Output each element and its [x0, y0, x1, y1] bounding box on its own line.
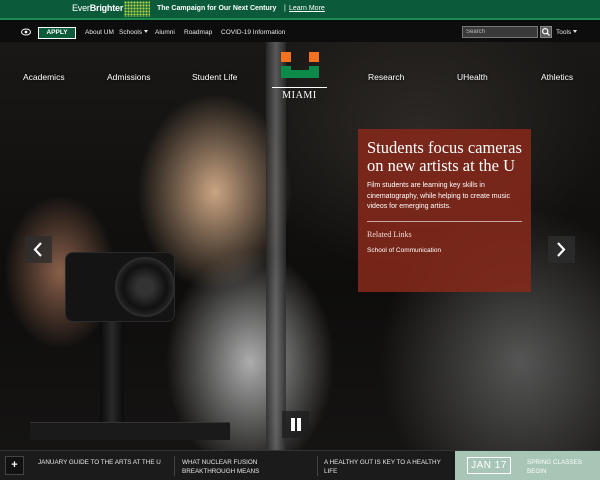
roadmap-link[interactable]: Roadmap	[184, 29, 212, 36]
event-callout[interactable]: JAN 17 Spring classes begin	[455, 451, 600, 480]
caret-down-icon	[573, 30, 578, 33]
camera-lens-shape	[115, 257, 175, 317]
news-item-healthy-gut[interactable]: A healthy gut is key to a healthy life	[324, 458, 454, 476]
plus-icon[interactable]: +	[5, 456, 24, 475]
chevron-left-icon	[33, 242, 42, 257]
schools-label: Schools	[119, 29, 143, 36]
um-u-logo	[280, 52, 319, 78]
everbrighter-logo[interactable]: EverBrighter	[72, 3, 123, 13]
tools-label: Tools	[556, 29, 572, 36]
news-item-arts-guide[interactable]: January Guide to the Arts at the U	[38, 458, 168, 467]
news-bar: + January Guide to the Arts at the U Wha…	[0, 450, 600, 480]
story-title[interactable]: Students focus cameras on new artists at…	[367, 139, 522, 174]
tools-menu[interactable]: Tools	[556, 29, 578, 36]
event-title: Spring classes begin	[527, 459, 582, 475]
tripod-base-shape	[30, 422, 230, 440]
um-logo[interactable]: MIAMI	[272, 52, 327, 102]
everbrighter-logo-part2: Brighter	[89, 3, 124, 13]
nav-athletics[interactable]: Athletics	[541, 72, 573, 82]
news-divider	[174, 456, 175, 476]
everbrighter-logo-part1: Ever	[72, 3, 90, 13]
covid-info-link[interactable]: COVID-19 Information	[221, 29, 285, 36]
apply-button[interactable]: APPLY	[38, 27, 76, 39]
light-stand-shape	[266, 42, 286, 450]
search-icon	[541, 27, 551, 37]
related-links-heading: Related Links	[367, 229, 412, 239]
carousel-prev-button[interactable]	[25, 236, 52, 263]
news-item-nuclear-fusion[interactable]: What nuclear fusion breakthrough means	[182, 458, 312, 476]
chevron-right-icon	[557, 242, 566, 257]
related-link-school-of-communication[interactable]: School of Communication	[367, 247, 522, 254]
alumni-link[interactable]: Alumni	[155, 29, 175, 36]
featured-story-card: Students focus cameras on new artists at…	[358, 129, 531, 292]
news-divider	[317, 456, 318, 476]
event-date: JAN 17	[467, 457, 511, 474]
um-wordmark: MIAMI	[272, 87, 327, 101]
everbrighter-dots-graphic	[124, 1, 150, 17]
carousel-next-button[interactable]	[548, 236, 575, 263]
tripod-shape	[100, 322, 124, 432]
campaign-banner: EverBrighter The Campaign for Our Next C…	[0, 0, 600, 20]
caret-down-icon	[144, 30, 149, 33]
search-button[interactable]	[540, 26, 552, 38]
campaign-text: The Campaign for Our Next Century	[157, 5, 277, 12]
about-um-link[interactable]: About UM	[85, 29, 114, 36]
story-body: Film students are learning key skills in…	[367, 182, 511, 210]
learn-more-link[interactable]: Learn More	[289, 5, 325, 12]
nav-uhealth[interactable]: UHealth	[457, 72, 488, 82]
nav-admissions[interactable]: Admissions	[107, 72, 150, 82]
story-divider	[367, 220, 522, 222]
eye-icon[interactable]	[21, 28, 31, 36]
schools-menu[interactable]: Schools	[119, 29, 149, 36]
nav-academics[interactable]: Academics	[23, 72, 65, 82]
pause-button[interactable]	[282, 411, 309, 438]
campaign-separator: |	[284, 5, 286, 12]
search-input[interactable]	[462, 26, 538, 38]
nav-research[interactable]: Research	[368, 72, 404, 82]
nav-student-life[interactable]: Student Life	[192, 72, 237, 82]
hero-image: Academics Admissions Student Life Resear…	[0, 42, 600, 450]
utility-bar: APPLY About UM Schools Alumni Roadmap CO…	[0, 22, 600, 42]
